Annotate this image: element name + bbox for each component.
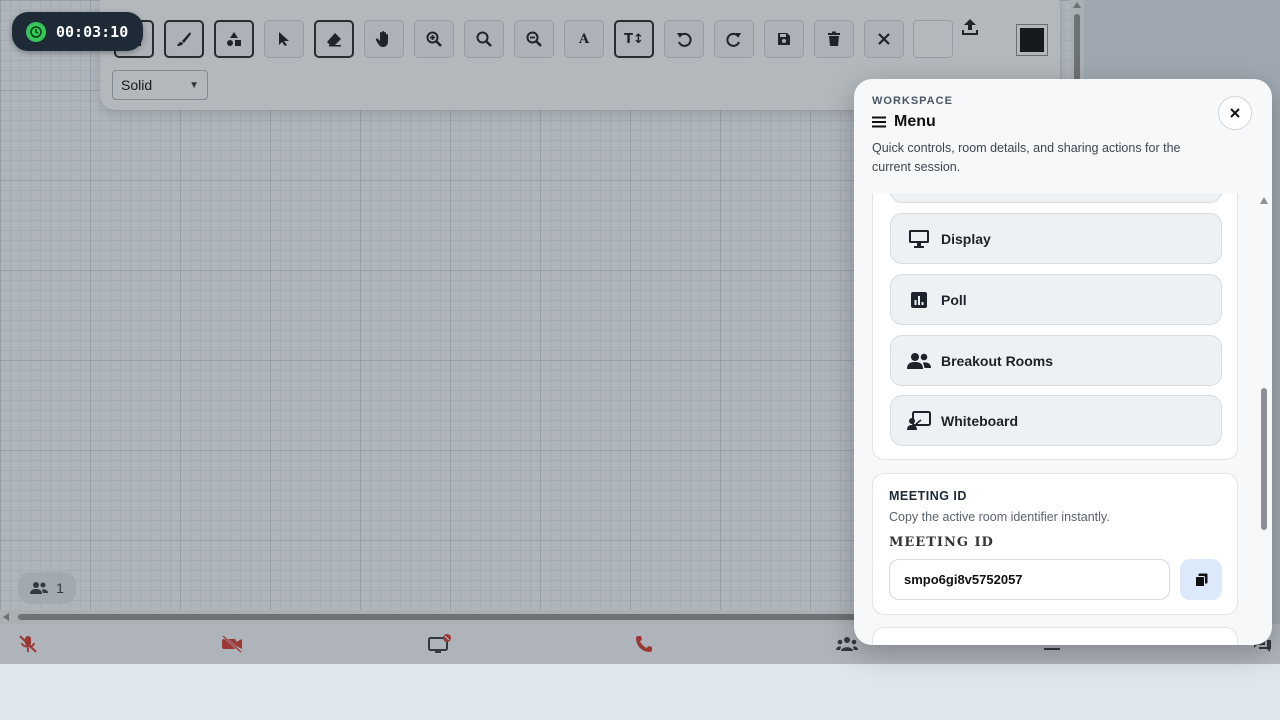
- panel-scrollbar[interactable]: [1258, 193, 1270, 645]
- panel-eyebrow: WORKSPACE: [872, 95, 953, 107]
- actions-card: Display Poll Breakout Rooms Whiteboard: [872, 193, 1238, 460]
- panel-description: Quick controls, room details, and sharin…: [872, 141, 1181, 174]
- action-breakout-rooms[interactable]: Breakout Rooms: [890, 335, 1222, 386]
- action-label: Poll: [941, 291, 967, 308]
- action-hidden-above[interactable]: [890, 193, 1222, 203]
- monitor-icon: [907, 227, 931, 251]
- clock-icon: [26, 21, 46, 42]
- action-whiteboard[interactable]: Whiteboard: [890, 395, 1222, 446]
- poll-icon: [907, 288, 931, 312]
- copy-meeting-id-button[interactable]: [1180, 559, 1222, 600]
- scrollbar-thumb[interactable]: [1261, 388, 1267, 530]
- close-icon: [1230, 108, 1240, 118]
- users-icon: [907, 349, 931, 373]
- copy-icon: [1194, 573, 1207, 587]
- panel-header: WORKSPACE Menu Quick controls, room deta…: [872, 95, 1232, 177]
- timer-value: 00:03:10: [56, 22, 129, 41]
- action-label: Whiteboard: [941, 412, 1018, 429]
- action-display[interactable]: Display: [890, 213, 1222, 264]
- meeting-card-description: Copy the active room identifier instantl…: [889, 510, 1110, 524]
- meeting-id-card: MEETING ID Copy the active room identifi…: [872, 473, 1238, 615]
- whiteboard-icon: [907, 409, 931, 433]
- meeting-id-label: MEETING ID: [889, 535, 994, 550]
- scroll-up-arrow[interactable]: [1260, 197, 1268, 204]
- session-timer: 00:03:10: [12, 12, 143, 51]
- action-label: Display: [941, 230, 991, 247]
- meeting-id-value: smpo6gi8v5752057: [904, 572, 1023, 587]
- meeting-card-title: MEETING ID: [889, 489, 967, 503]
- panel-scroll-area[interactable]: Display Poll Breakout Rooms Whiteboard M…: [854, 193, 1272, 645]
- panel-title: Menu: [872, 113, 1232, 131]
- action-label: Breakout Rooms: [941, 352, 1054, 369]
- next-section-card: [872, 627, 1238, 645]
- panel-title-text: Menu: [894, 113, 936, 130]
- hamburger-icon: [872, 116, 886, 128]
- action-poll[interactable]: Poll: [890, 274, 1222, 325]
- meeting-id-field[interactable]: smpo6gi8v5752057: [889, 559, 1170, 600]
- close-button[interactable]: [1218, 96, 1252, 130]
- workspace-menu-panel: WORKSPACE Menu Quick controls, room deta…: [854, 79, 1272, 645]
